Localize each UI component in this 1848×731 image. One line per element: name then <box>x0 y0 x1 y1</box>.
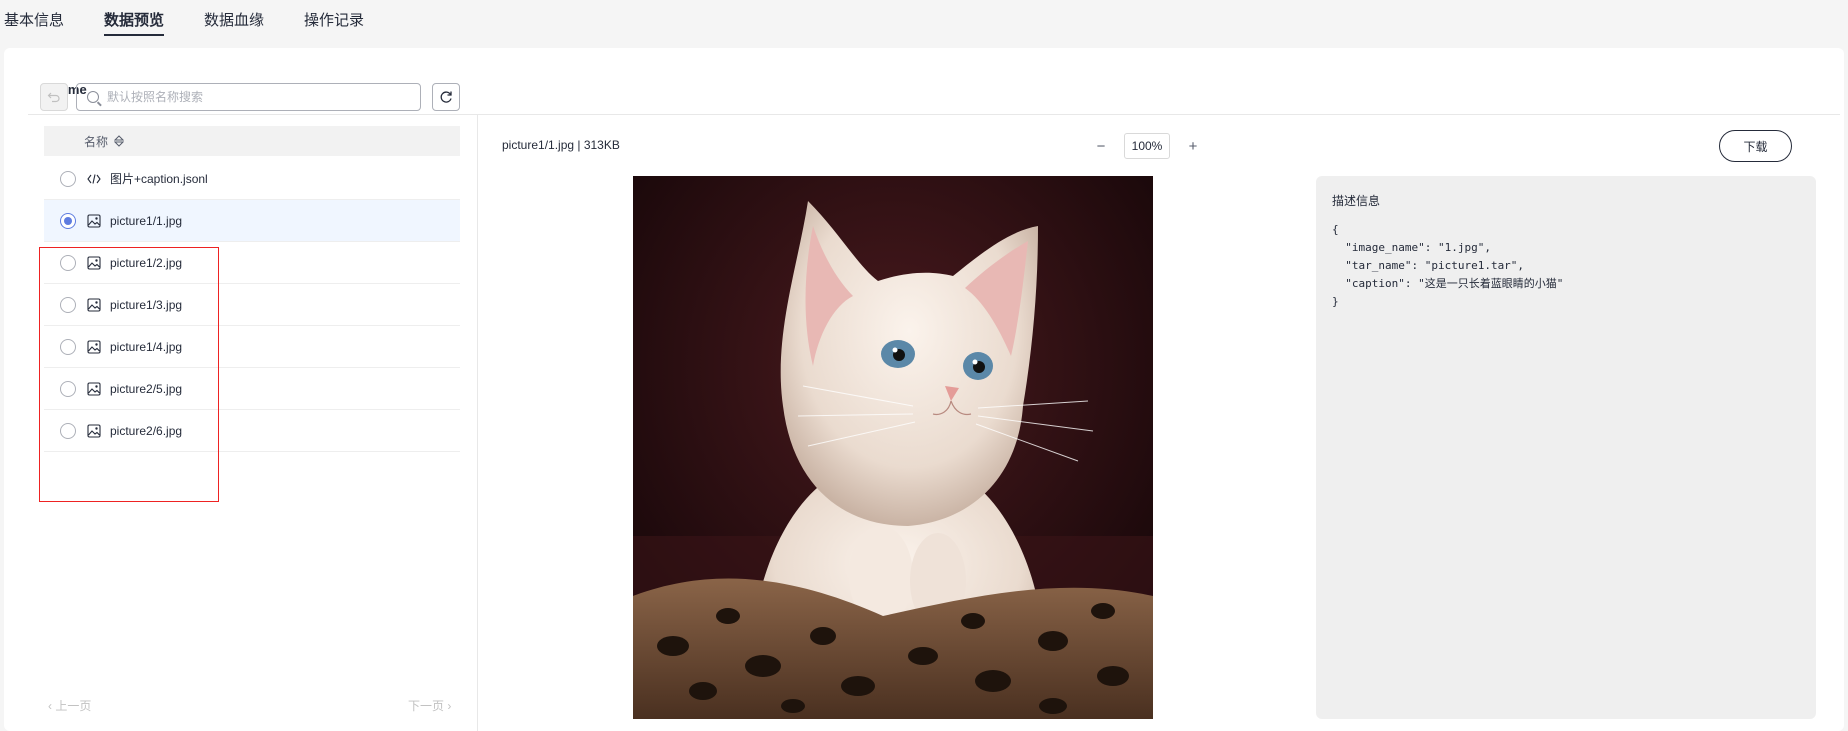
tab-data-lineage[interactable]: 数据血缘 <box>204 0 264 36</box>
image-icon <box>86 297 102 313</box>
list-item[interactable]: picture1/2.jpg <box>44 242 460 284</box>
file-name: picture2/5.jpg <box>110 381 183 396</box>
row-radio[interactable] <box>60 380 76 397</box>
file-name: picture1/2.jpg <box>110 255 183 270</box>
image-preview <box>633 176 1153 719</box>
refresh-button[interactable] <box>432 83 460 111</box>
list-item[interactable]: picture2/6.jpg <box>44 410 460 452</box>
row-radio[interactable] <box>60 212 76 229</box>
image-icon <box>86 213 102 229</box>
list-item[interactable]: picture1/1.jpg <box>44 200 460 242</box>
zoom-level[interactable]: 100% <box>1124 133 1170 159</box>
prev-page-label: 上一页 <box>55 699 92 713</box>
column-name-header: 名称 <box>84 134 109 149</box>
tab-bar: 基本信息 数据预览 数据血缘 操作记录 <box>0 0 404 40</box>
file-name: picture1/1.jpg <box>110 213 183 228</box>
download-button[interactable]: 下载 <box>1719 130 1792 162</box>
list-item[interactable]: picture1/4.jpg <box>44 326 460 368</box>
undo-icon <box>47 92 60 103</box>
row-radio[interactable] <box>60 338 76 355</box>
description-panel: 描述信息 { "image_name": "1.jpg", "tar_name"… <box>1316 176 1816 719</box>
row-radio[interactable] <box>60 254 76 271</box>
zoom-out-button[interactable]: − <box>1092 138 1110 155</box>
description-json: { "image_name": "1.jpg", "tar_name": "pi… <box>1332 223 1564 308</box>
next-page-button[interactable]: 下一页 › <box>408 697 451 714</box>
image-icon <box>86 423 102 439</box>
file-name: picture1/3.jpg <box>110 297 183 312</box>
list-header: 名称 <box>44 126 460 156</box>
image-icon <box>86 339 102 355</box>
list-item[interactable]: picture1/3.jpg <box>44 284 460 326</box>
tab-operation-log[interactable]: 操作记录 <box>304 0 364 36</box>
prev-page-button[interactable]: ‹ 上一页 <box>48 697 91 714</box>
search-input[interactable] <box>107 90 407 104</box>
row-radio[interactable] <box>60 422 76 439</box>
file-name: 图片+caption.jsonl <box>110 172 208 186</box>
image-icon <box>86 381 102 397</box>
sort-icon[interactable] <box>114 135 125 147</box>
file-list: 图片+caption.jsonl picture1/1.jpg picture1… <box>44 170 460 452</box>
search-box <box>76 83 421 111</box>
file-name: picture1/4.jpg <box>110 339 183 354</box>
image-icon <box>86 255 102 271</box>
list-item[interactable]: 图片+caption.jsonl <box>44 158 460 200</box>
back-button[interactable] <box>40 83 68 111</box>
code-icon <box>86 171 102 187</box>
file-info: picture1/1.jpg | 313KB <box>502 138 620 152</box>
list-item[interactable]: picture2/5.jpg <box>44 368 460 410</box>
tab-basic-info[interactable]: 基本信息 <box>4 0 64 36</box>
search-icon <box>87 91 99 103</box>
refresh-icon <box>440 91 452 103</box>
zoom-control: − 100% + <box>1092 133 1202 159</box>
tab-data-preview[interactable]: 数据预览 <box>104 0 165 36</box>
row-radio[interactable] <box>60 170 76 187</box>
file-name: picture2/6.jpg <box>110 423 183 438</box>
zoom-in-button[interactable]: + <box>1184 138 1202 155</box>
next-page-label: 下一页 <box>408 699 445 713</box>
panel-divider <box>477 115 478 731</box>
description-title: 描述信息 <box>1332 194 1381 208</box>
row-radio[interactable] <box>60 296 76 313</box>
kitten-image <box>633 176 1153 719</box>
header-divider <box>28 114 1840 115</box>
